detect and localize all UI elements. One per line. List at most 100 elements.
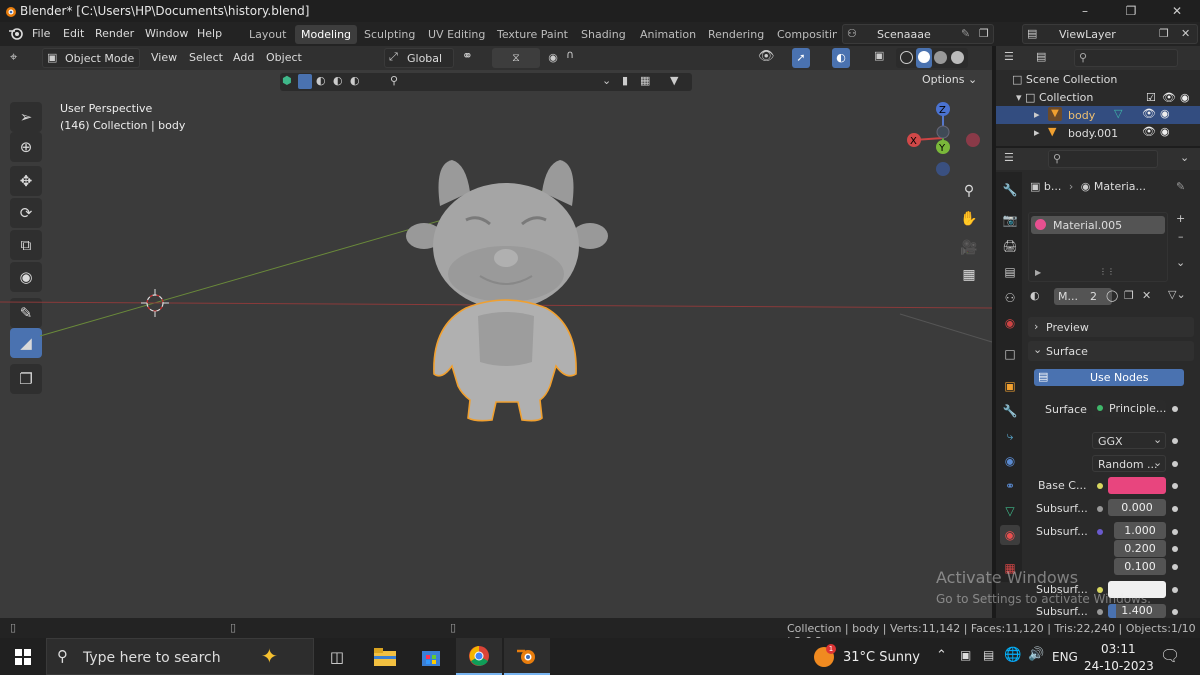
outliner-item-body[interactable]: ▸ ▼ body ▽ 👁 ◉ (996, 106, 1200, 124)
collection-tab-icon[interactable]: □ (1000, 344, 1020, 364)
keyframe-dot[interactable] (1172, 529, 1178, 535)
keyframe-dot[interactable] (1172, 406, 1178, 412)
viewlayer-selector[interactable]: ▤ ViewLayer ❐ ✕ (1022, 24, 1198, 44)
data-tab-icon[interactable]: ▽ (1000, 501, 1020, 521)
fake-user-icon[interactable]: ◯ (1106, 289, 1118, 302)
pin-icon[interactable]: ✎ (961, 27, 970, 40)
keyframe-dot[interactable] (1172, 483, 1178, 489)
duplicate-icon[interactable]: ❐ (1124, 289, 1134, 302)
camera-icon[interactable]: ◉ (1180, 91, 1190, 104)
keyframe-dot[interactable] (1172, 564, 1178, 570)
float-socket-icon[interactable] (1097, 506, 1103, 512)
slot-link-icon[interactable]: ▽⌄ (1168, 288, 1186, 301)
close-button[interactable]: ✕ (1154, 0, 1200, 22)
weather-text[interactable]: 31°C Sunny (843, 650, 920, 665)
tab-sculpting[interactable]: Sculpting (358, 25, 421, 44)
new-scene-icon[interactable]: ❐ (979, 27, 989, 40)
subsurface-ior-field[interactable]: 1.400 (1108, 604, 1166, 618)
subsurface-weight-field[interactable]: 0.000 (1108, 499, 1166, 516)
eye-icon[interactable]: 👁 (1162, 91, 1176, 104)
eye-icon[interactable]: 👁 (1142, 125, 1156, 138)
tool-tab-icon[interactable]: 🔧 (1000, 180, 1020, 200)
tab-modeling[interactable]: Modeling (295, 25, 358, 44)
clock-time[interactable]: 03:11 (1101, 642, 1136, 656)
network-icon[interactable]: 🌐 (1004, 647, 1021, 663)
subsurface-method-dropdown[interactable]: Random ... ⌄ (1092, 455, 1166, 472)
language-indicator[interactable]: ENG (1052, 650, 1078, 664)
store-icon[interactable] (408, 638, 454, 675)
chevron-down-icon[interactable]: ⌄ (1180, 151, 1189, 164)
subsurface-radius-y-field[interactable]: 0.200 (1114, 540, 1166, 557)
maximize-button[interactable]: ❐ (1108, 0, 1154, 22)
volume-icon[interactable]: 🔊 (1028, 647, 1044, 662)
tab-compositing[interactable]: Compositin (771, 25, 837, 44)
taskbar-search-box[interactable]: ⚲ Type here to search ✦ (46, 638, 314, 675)
clock-date[interactable]: 24-10-2023 (1084, 659, 1154, 673)
pin-icon[interactable]: ✎ (1176, 180, 1185, 193)
tab-shading[interactable]: Shading (575, 25, 632, 44)
use-nodes-button[interactable]: ▤ Use Nodes (1034, 369, 1184, 386)
modifier-tab-icon[interactable]: 🔧 (1000, 401, 1020, 421)
list-expand-icon[interactable]: ▶ (1035, 268, 1041, 277)
scene-collection-row[interactable]: □ Scene Collection (1012, 73, 1117, 86)
battery-icon[interactable]: ▤ (983, 648, 994, 662)
outliner-search-input[interactable]: ⚲ (1074, 49, 1178, 67)
collection-row[interactable]: ▾ □ Collection ☑ 👁 ◉ (1016, 91, 1196, 104)
menu-edit[interactable]: Edit (63, 27, 84, 40)
keyframe-dot[interactable] (1172, 609, 1178, 615)
remove-viewlayer-icon[interactable]: ✕ (1181, 27, 1190, 40)
base-color-swatch[interactable] (1108, 477, 1166, 494)
scene-selector[interactable]: ⚇ Scenaaae ✎ ❐ (842, 24, 994, 44)
outliner-editor-icon[interactable]: ☰ (1004, 50, 1014, 63)
distribution-dropdown[interactable]: GGX ⌄ (1092, 432, 1166, 449)
output-tab-icon[interactable]: 🖨 (1000, 236, 1020, 256)
view-layer-tab-icon[interactable]: ▤ (1000, 262, 1020, 282)
keyframe-dot[interactable] (1172, 438, 1178, 444)
eye-icon[interactable]: 👁 (1142, 107, 1156, 120)
display-mode-icon[interactable]: ▤ (1036, 50, 1046, 63)
menu-help[interactable]: Help (197, 27, 222, 40)
keyframe-dot[interactable] (1172, 461, 1178, 467)
material-tab-icon[interactable]: ◉ (1000, 525, 1020, 545)
world-tab-icon[interactable]: ◉ (1000, 313, 1020, 333)
constraints-tab-icon[interactable]: ⚭ (1000, 476, 1020, 496)
list-resize-handle[interactable]: ⋮⋮ (1099, 267, 1115, 276)
physics-tab-icon[interactable]: ◉ (1000, 451, 1020, 471)
material-datablock[interactable]: ◐ M... 2 ◯ ❐ ✕ (1028, 288, 1158, 306)
preview-panel-header[interactable]: › Preview (1028, 317, 1194, 337)
surface-panel-header[interactable]: ⌄ Surface (1028, 341, 1194, 361)
navigation-gizmo[interactable]: Z X Y (900, 98, 984, 178)
chrome-icon[interactable] (456, 638, 502, 675)
3d-viewport[interactable]: ⌖ ▣ Object Mode View Select Add Object ⤢… (0, 46, 992, 618)
keyframe-dot[interactable] (1172, 546, 1178, 552)
keyframe-dot[interactable] (1172, 506, 1178, 512)
task-view-icon[interactable]: ◫ (314, 638, 360, 675)
checkbox-icon[interactable]: ☑ (1146, 91, 1156, 104)
unlink-icon[interactable]: ✕ (1142, 289, 1151, 302)
subsurface-radius-z-field[interactable]: 0.100 (1114, 558, 1166, 575)
tab-uv-editing[interactable]: UV Editing (422, 25, 491, 44)
camera-icon[interactable]: ◉ (1160, 125, 1170, 138)
add-slot-icon[interactable]: + (1176, 212, 1185, 225)
minimize-button[interactable]: – (1062, 0, 1108, 22)
render-tab-icon[interactable]: 📷 (1000, 210, 1020, 230)
scene-tab-icon[interactable]: ⚇ (1000, 288, 1020, 308)
new-viewlayer-icon[interactable]: ❐ (1159, 27, 1169, 40)
particles-tab-icon[interactable]: ⤷ (1000, 426, 1020, 446)
subsurface-radius-x-field[interactable]: 1.000 (1114, 522, 1166, 539)
vector-socket-icon[interactable] (1097, 529, 1103, 535)
keyframe-dot[interactable] (1172, 587, 1178, 593)
material-slot-row[interactable]: Material.005 (1031, 216, 1165, 234)
blender-icon[interactable] (504, 638, 550, 675)
windows-start-icon[interactable] (0, 638, 46, 675)
menu-file[interactable]: File (32, 27, 50, 40)
camera-icon[interactable]: 🎥 (956, 235, 982, 261)
tab-animation[interactable]: Animation (634, 25, 702, 44)
meet-now-icon[interactable]: ▣ (960, 648, 971, 662)
user-count[interactable]: 2 (1090, 290, 1097, 303)
zoom-icon[interactable]: ⚲ (956, 178, 982, 204)
material-name-field[interactable]: M... (1054, 288, 1112, 305)
menu-window[interactable]: Window (145, 27, 188, 40)
chevron-up-icon[interactable]: ⌃ (936, 648, 947, 663)
hand-icon[interactable]: ✋ (956, 206, 982, 232)
